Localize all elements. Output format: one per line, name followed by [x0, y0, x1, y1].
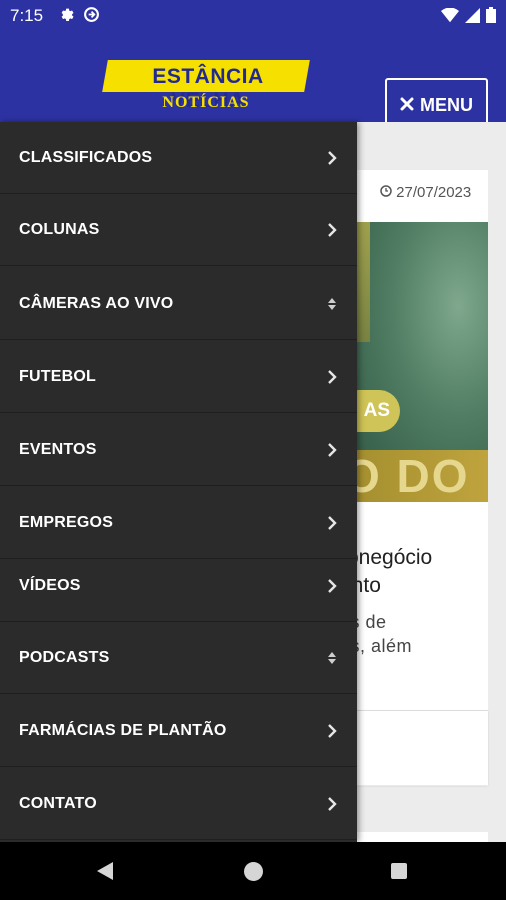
drawer-item-futebol[interactable]: FUTEBOL	[0, 341, 357, 413]
home-icon[interactable]	[244, 862, 263, 881]
drawer-item-videos[interactable]: VÍDEOS	[0, 550, 357, 622]
chevron-right-icon	[325, 369, 339, 385]
status-time: 7:15	[10, 6, 44, 25]
sort-updown-icon	[325, 650, 339, 666]
status-icons-right	[441, 7, 496, 28]
system-nav-bar	[0, 842, 506, 900]
chevron-right-icon	[325, 578, 339, 594]
article-date-text: 27/07/2023	[396, 184, 472, 201]
drawer-item-label: COLUNAS	[19, 220, 100, 238]
close-icon	[400, 95, 414, 116]
sort-updown-icon	[325, 296, 339, 312]
image-bottom-text: O DO	[340, 450, 488, 502]
drawer-item-label: EMPREGOS	[19, 513, 114, 531]
article-card-next[interactable]	[340, 832, 488, 842]
chevron-right-icon	[325, 723, 339, 739]
chevron-right-icon	[325, 796, 339, 812]
drawer-item-contato[interactable]: CONTATO	[0, 768, 357, 840]
drawer-item-label: CÂMERAS AO VIVO	[19, 294, 174, 312]
drawer-item-label: FARMÁCIAS DE PLANTÃO	[19, 721, 227, 739]
drawer-item-label: CONTATO	[19, 794, 97, 812]
sync-icon	[83, 6, 100, 28]
drawer-item-farmacias-de-plantao[interactable]: FARMÁCIAS DE PLANTÃO	[0, 695, 357, 767]
app-header: ESTÂNCIA VELHA NOTÍCIAS MENU	[0, 30, 506, 132]
article-image[interactable]: AS O DO	[340, 222, 488, 502]
status-icons-left	[58, 6, 100, 28]
drawer-item-label: VÍDEOS	[19, 576, 81, 594]
drawer-item-classificados[interactable]: CLASSIFICADOS	[0, 122, 357, 194]
navigation-drawer: CLASSIFICADOS COLUNAS CÂMERAS AO VIVO FU…	[0, 122, 357, 842]
drawer-item-cameras-ao-vivo[interactable]: CÂMERAS AO VIVO	[0, 268, 357, 340]
status-bar: 7:15	[0, 0, 506, 30]
chevron-right-icon	[325, 222, 339, 238]
drawer-item-label: FUTEBOL	[19, 367, 96, 385]
drawer-item-label: EVENTOS	[19, 440, 97, 458]
article-excerpt: es de es, além ..	[340, 612, 413, 680]
article-title[interactable]: ronegócio ento	[340, 544, 500, 600]
gear-icon	[58, 6, 75, 28]
drawer-item-label: CLASSIFICADOS	[19, 148, 153, 166]
wifi-icon	[441, 7, 459, 28]
drawer-item-eventos[interactable]: EVENTOS	[0, 414, 357, 486]
clock-icon	[380, 184, 396, 201]
drawer-item-podcasts[interactable]: PODCASTS	[0, 622, 357, 694]
drawer-item-label: PODCASTS	[19, 648, 110, 666]
logo-subtitle: NOTÍCIAS	[162, 94, 250, 111]
drawer-item-empregos[interactable]: EMPREGOS	[0, 487, 357, 559]
site-logo[interactable]: ESTÂNCIA VELHA NOTÍCIAS	[102, 58, 310, 116]
chevron-right-icon	[325, 442, 339, 458]
battery-icon	[486, 7, 496, 28]
drawer-item-colunas[interactable]: COLUNAS	[0, 194, 357, 266]
chevron-right-icon	[325, 515, 339, 531]
menu-label: MENU	[420, 94, 473, 115]
article-card-secondary[interactable]	[340, 710, 488, 785]
signal-icon	[465, 7, 480, 28]
article-date: 27/07/2023	[380, 184, 471, 201]
chevron-right-icon	[325, 150, 339, 166]
back-icon[interactable]	[96, 861, 114, 886]
recents-icon[interactable]	[391, 863, 407, 879]
